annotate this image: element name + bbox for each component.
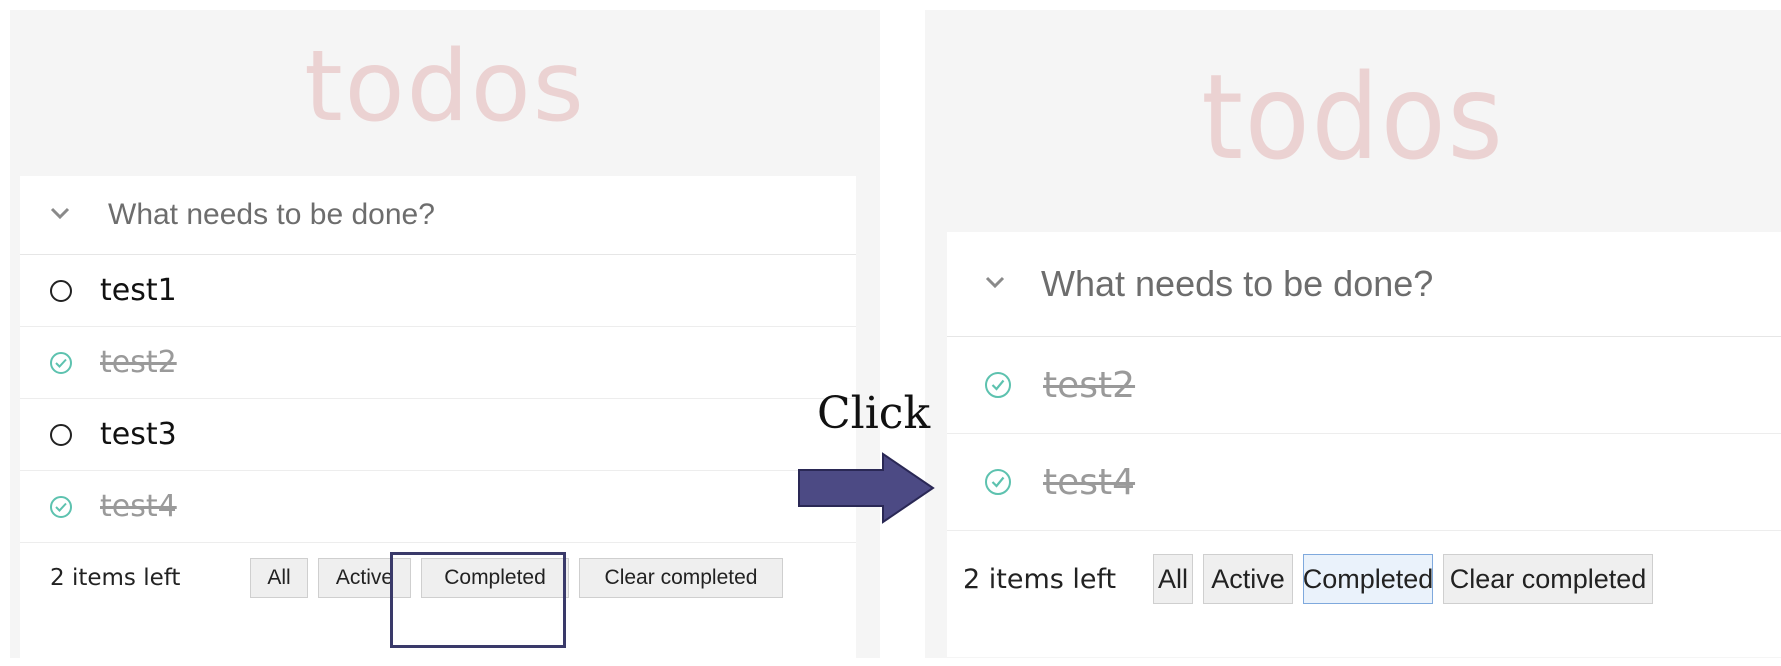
filter-completed-button[interactable]: Completed xyxy=(1303,554,1433,604)
chevron-down-icon[interactable] xyxy=(50,206,72,224)
todo-text: test1 xyxy=(100,273,177,308)
filter-all-button[interactable]: All xyxy=(1153,554,1193,604)
todo-item[interactable]: test1 xyxy=(20,255,856,327)
todo-item[interactable]: test4 xyxy=(20,471,856,543)
new-todo-row xyxy=(947,232,1781,337)
click-annotation-label: Click xyxy=(817,388,931,439)
todo-text: test3 xyxy=(100,417,177,452)
before-screenshot-panel: todos test1 test2 test3 xyxy=(10,10,880,666)
items-left-count: 2 items left xyxy=(50,565,181,591)
todo-item[interactable]: test4 xyxy=(947,434,1781,531)
filter-active-button[interactable]: Active xyxy=(318,558,411,598)
todo-item[interactable]: test2 xyxy=(20,327,856,399)
check-circle-icon[interactable] xyxy=(50,495,72,518)
chevron-down-icon[interactable] xyxy=(985,275,1007,293)
new-todo-input[interactable] xyxy=(1041,263,1681,305)
filter-completed-button[interactable]: Completed xyxy=(421,558,569,598)
filter-all-button[interactable]: All xyxy=(250,558,308,598)
todo-item[interactable]: test2 xyxy=(947,337,1781,434)
clear-completed-button[interactable]: Clear completed xyxy=(1443,554,1653,604)
check-circle-icon[interactable] xyxy=(985,372,1011,398)
check-circle-icon[interactable] xyxy=(985,469,1011,495)
todo-footer: 2 items left All Active Completed Clear … xyxy=(947,531,1781,627)
circle-icon[interactable] xyxy=(50,279,72,302)
todo-list: test2 test4 xyxy=(947,337,1781,531)
todo-text: test4 xyxy=(100,489,177,524)
todo-text: test4 xyxy=(1043,461,1136,503)
check-circle-icon[interactable] xyxy=(50,351,72,374)
items-left-count: 2 items left xyxy=(963,563,1117,595)
todo-footer: 2 items left All Active Completed Clear … xyxy=(20,543,856,613)
filter-active-button[interactable]: Active xyxy=(1203,554,1293,604)
clear-completed-button[interactable]: Clear completed xyxy=(579,558,783,598)
after-screenshot-panel: todos test2 test4 2 items left xyxy=(925,10,1781,658)
app-title: todos xyxy=(1201,48,1505,186)
circle-icon[interactable] xyxy=(50,423,72,446)
todo-item[interactable]: test3 xyxy=(20,399,856,471)
todo-card: test2 test4 2 items left All Active Comp… xyxy=(947,232,1781,657)
todo-text: test2 xyxy=(1043,364,1136,406)
todo-text: test2 xyxy=(100,345,177,380)
todo-list: test1 test2 test3 test4 xyxy=(20,255,856,543)
new-todo-row xyxy=(20,176,856,255)
todo-card: test1 test2 test3 test4 2 items left A xyxy=(20,176,856,666)
app-title: todos xyxy=(304,30,586,144)
arrow-right-icon xyxy=(798,452,935,524)
new-todo-input[interactable] xyxy=(108,198,748,232)
